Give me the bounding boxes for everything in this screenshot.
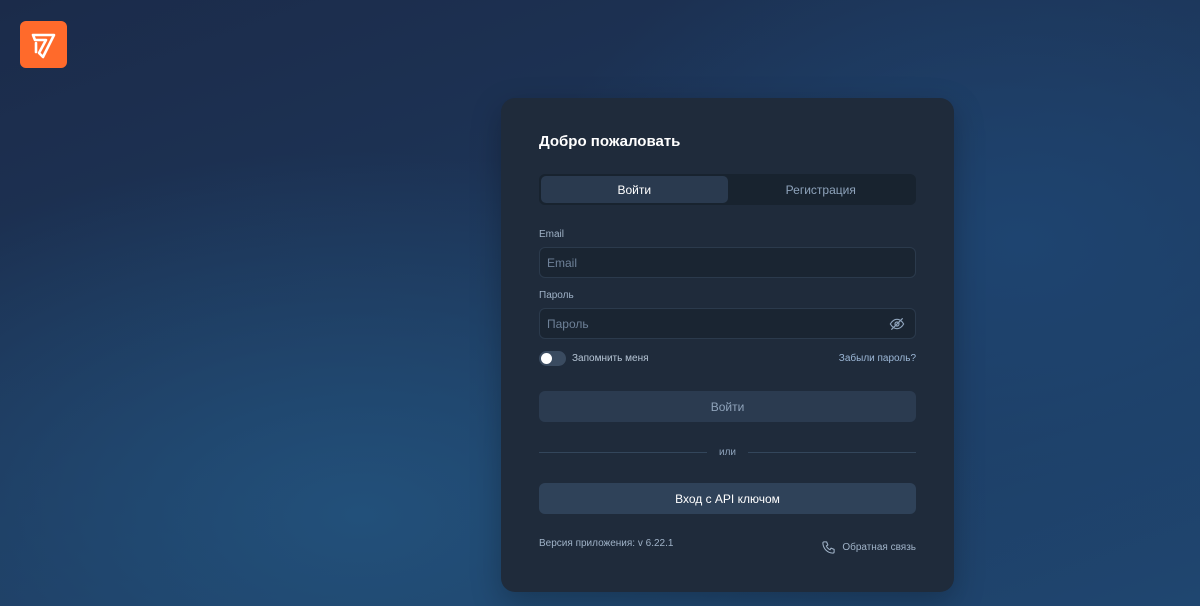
auth-tabs: Войти Регистрация <box>539 174 916 205</box>
tab-register[interactable]: Регистрация <box>728 176 915 203</box>
password-label: Пароль <box>539 290 574 301</box>
forgot-password-link[interactable]: Забыли пароль? <box>839 353 916 364</box>
login-button[interactable]: Войти <box>539 391 916 422</box>
email-label: Email <box>539 229 565 240</box>
divider-line-left <box>539 451 707 453</box>
divider-line-right <box>748 451 917 453</box>
bolt-logo-icon <box>31 33 55 58</box>
feedback-label: Обратная связь <box>842 542 916 553</box>
password-field[interactable] <box>540 309 883 338</box>
app-version: Версия приложения: v 6.22.1 <box>539 538 674 549</box>
phone-icon <box>822 541 835 554</box>
remember-me-label: Запомнить меня <box>572 352 649 364</box>
toggle-knob <box>541 352 552 364</box>
card-footer: Версия приложения: v 6.22.1 Обратная свя… <box>539 538 916 556</box>
divider-text: или <box>719 446 737 458</box>
email-field-wrapper <box>539 247 916 278</box>
options-row: Запомнить меня Забыли пароль? <box>539 350 916 366</box>
login-card: Добро пожаловать Войти Регистрация Email… <box>501 98 954 592</box>
eye-off-icon <box>889 317 905 330</box>
remember-me-toggle[interactable] <box>539 350 566 366</box>
card-title: Добро пожаловать <box>539 133 681 150</box>
remember-me: Запомнить меня <box>539 350 649 366</box>
or-divider: или <box>539 445 917 459</box>
password-visibility-toggle[interactable] <box>883 310 911 338</box>
password-field-wrapper <box>539 308 916 339</box>
app-logo[interactable] <box>20 21 67 68</box>
tab-login[interactable]: Войти <box>541 176 728 203</box>
email-field[interactable] <box>540 248 915 277</box>
api-key-login-button[interactable]: Вход с API ключом <box>539 483 916 514</box>
feedback-link[interactable]: Обратная связь <box>821 540 916 555</box>
